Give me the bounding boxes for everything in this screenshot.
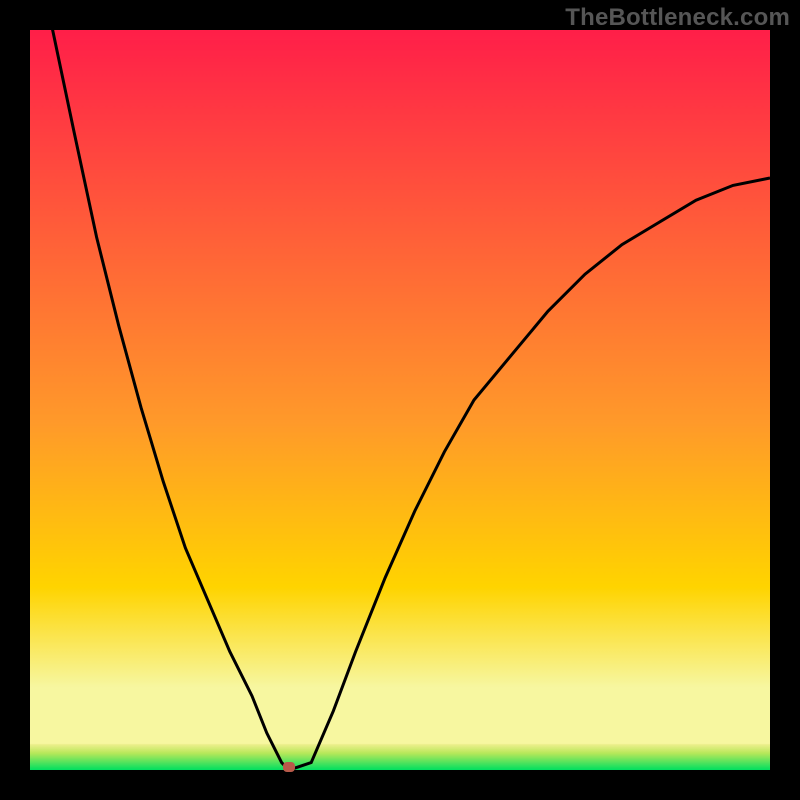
curve-layer xyxy=(30,30,770,770)
chart-frame: TheBottleneck.com xyxy=(0,0,800,800)
watermark: TheBottleneck.com xyxy=(565,4,790,32)
plot-area xyxy=(30,30,770,770)
current-point-marker xyxy=(283,762,295,772)
bottleneck-curve xyxy=(30,10,770,770)
